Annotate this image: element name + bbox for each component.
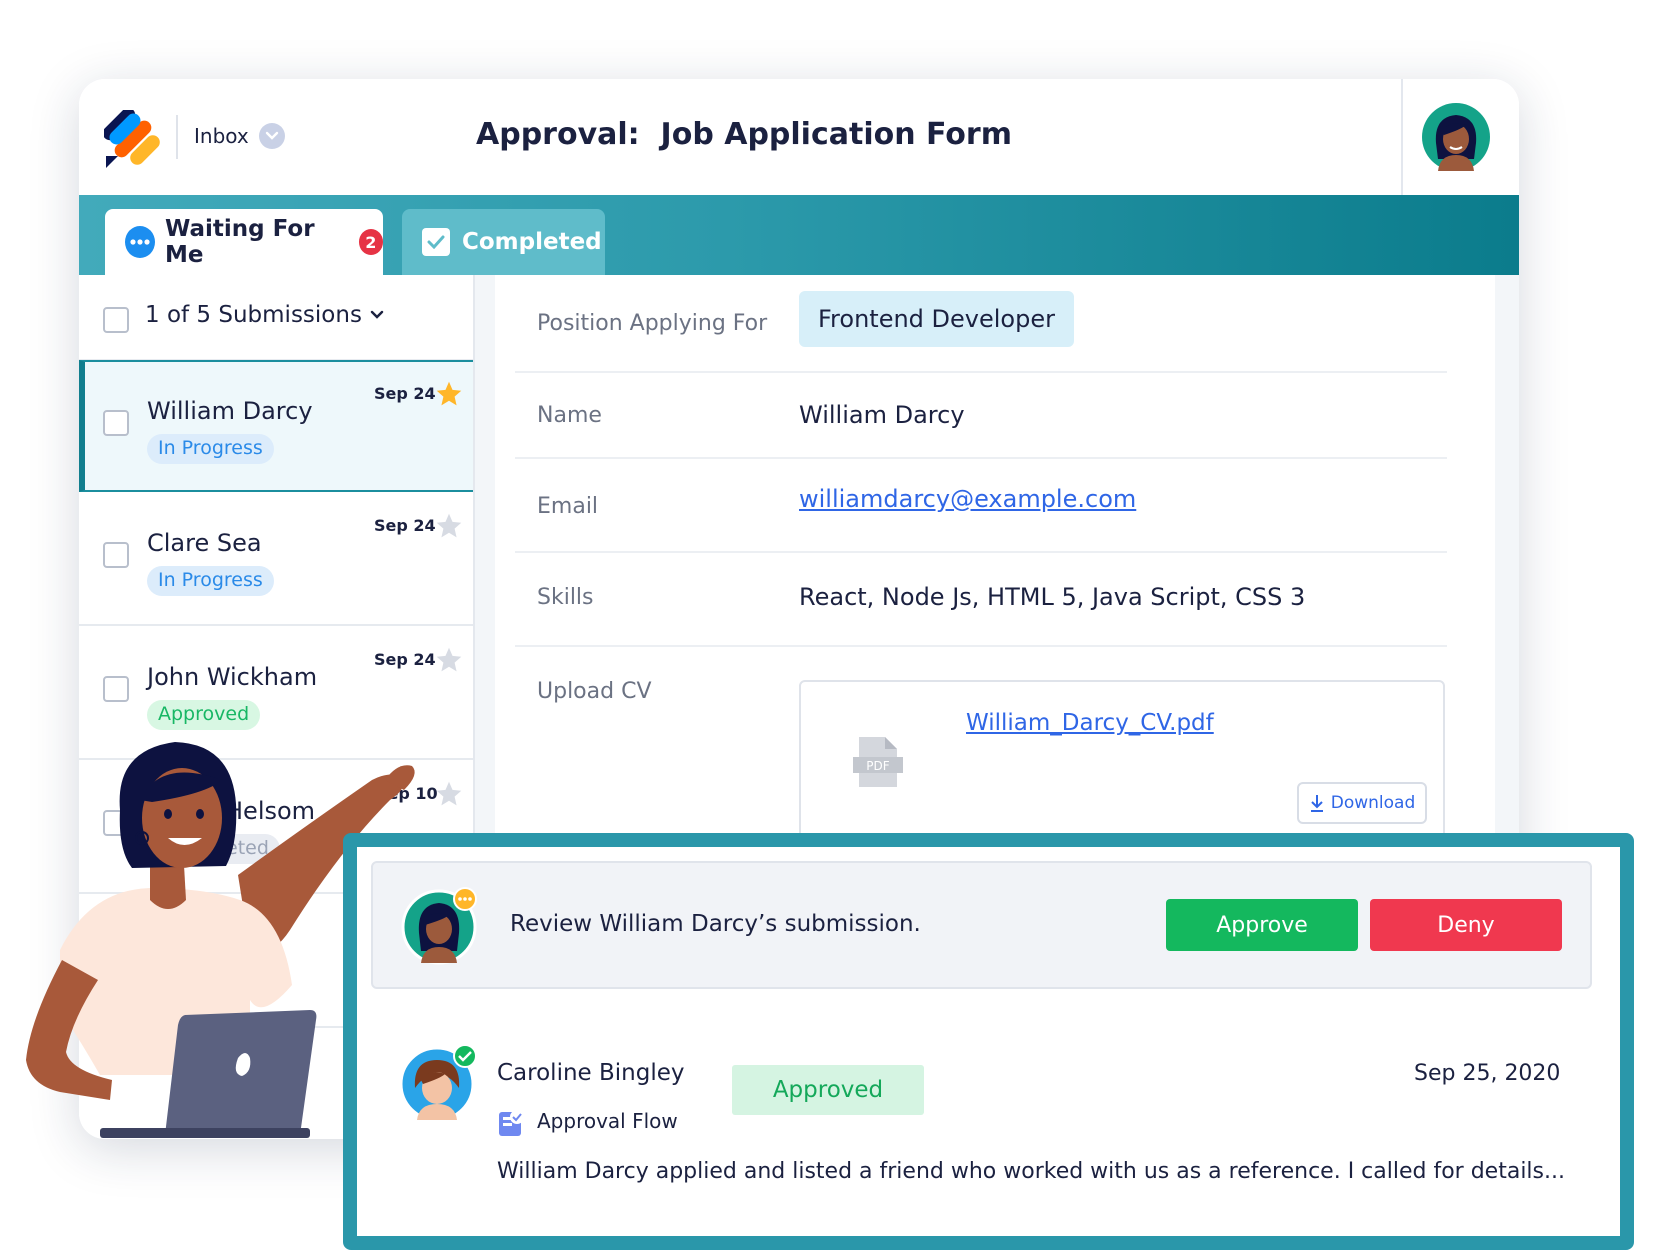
position-chip: Frontend Developer — [799, 291, 1074, 347]
user-avatar[interactable] — [1422, 103, 1490, 171]
submission-count-label: 1 of 5 Submissions — [145, 302, 362, 328]
approve-button[interactable]: Approve — [1166, 899, 1358, 951]
tab-label: Waiting For Me — [164, 216, 315, 268]
field-label: Position Applying For — [537, 311, 768, 336]
item-name: John Wickham — [147, 663, 318, 691]
approval-flow-label: Approval Flow — [537, 1109, 678, 1133]
status-badge: Approved — [147, 700, 261, 730]
star-filled-icon[interactable] — [435, 380, 463, 408]
more-dots-icon — [125, 226, 155, 258]
row-checkbox[interactable] — [103, 410, 129, 436]
reviewer-avatar-icon — [401, 887, 477, 965]
chevron-down-icon[interactable] — [259, 123, 285, 149]
select-all-checkbox[interactable] — [103, 307, 129, 333]
row-checkbox[interactable] — [103, 542, 129, 568]
page-title: Approval: Job Application Form — [476, 117, 1012, 152]
reviewer-avatar — [399, 1044, 477, 1122]
field-row-skills: Skills React, Node Js, HTML 5, Java Scri… — [515, 553, 1447, 647]
review-action-box: Review William Darcy’s submission. Appro… — [371, 861, 1592, 989]
tab-waiting-for-me[interactable]: Waiting For Me 2 — [105, 209, 383, 275]
download-icon — [1310, 795, 1323, 812]
download-label: Download — [1330, 793, 1416, 813]
status-badge: In Progress — [147, 566, 274, 596]
submission-count-dropdown[interactable]: 1 of 5 Submissions — [145, 302, 384, 328]
header-divider-right — [1401, 79, 1403, 195]
download-button[interactable]: Download — [1297, 782, 1427, 824]
list-header: 1 of 5 Submissions — [79, 275, 473, 360]
tab-completed[interactable]: Completed — [402, 209, 605, 275]
app-logo-icon[interactable] — [104, 110, 162, 168]
item-date: Sep 24 — [374, 384, 436, 403]
field-label: Name — [537, 403, 602, 428]
pdf-file-icon: PDF — [853, 737, 903, 787]
app-header: Inbox Approval: Job Application Form — [79, 79, 1519, 195]
tab-badge-count: 2 — [358, 229, 383, 255]
tab-label: Completed — [462, 229, 602, 255]
field-row-position: Position Applying For Frontend Developer — [515, 275, 1447, 373]
deny-button[interactable]: Deny — [1370, 899, 1562, 951]
tab-bar: Waiting For Me 2 Completed — [79, 195, 1519, 275]
star-outline-icon[interactable] — [435, 646, 463, 674]
approval-flow-icon — [499, 1110, 524, 1136]
field-label: Upload CV — [537, 679, 652, 704]
row-checkbox[interactable] — [103, 676, 129, 702]
field-label: Skills — [537, 585, 594, 610]
list-item[interactable]: William Darcy Sep 24 In Progress — [79, 360, 473, 492]
inbox-label[interactable]: Inbox — [194, 124, 249, 148]
cv-file-link[interactable]: William_Darcy_CV.pdf — [966, 710, 1214, 736]
field-label: Email — [537, 494, 599, 519]
pdf-icon-label: PDF — [866, 759, 889, 773]
item-name: Clare Sea — [147, 529, 262, 557]
checkbox-checked-icon — [422, 228, 450, 256]
field-value: React, Node Js, HTML 5, Java Script, CSS… — [799, 583, 1306, 611]
field-row-email: Email williamdarcy@example.com — [515, 459, 1447, 553]
list-item[interactable]: Clare Sea Sep 24 In Progress — [79, 494, 473, 626]
field-row-name: Name William Darcy — [515, 373, 1447, 459]
item-date: Sep 24 — [374, 650, 436, 669]
header-divider — [176, 115, 178, 159]
field-value: William Darcy — [799, 401, 965, 429]
reviewer-name: Caroline Bingley — [497, 1060, 685, 1086]
approval-popup: Review William Darcy’s submission. Appro… — [343, 833, 1634, 1250]
status-badge: In Progress — [147, 434, 274, 464]
item-name: William Darcy — [147, 397, 313, 425]
review-prompt: Review William Darcy’s submission. — [510, 911, 921, 937]
star-outline-icon[interactable] — [435, 512, 463, 540]
chevron-down-icon — [370, 310, 384, 319]
review-comment: William Darcy applied and listed a frien… — [497, 1159, 1565, 1184]
review-date: Sep 25, 2020 — [1414, 1061, 1561, 1086]
email-link[interactable]: williamdarcy@example.com — [799, 485, 1136, 513]
item-date: Sep 24 — [374, 516, 436, 535]
status-badge: Approved — [732, 1065, 924, 1115]
